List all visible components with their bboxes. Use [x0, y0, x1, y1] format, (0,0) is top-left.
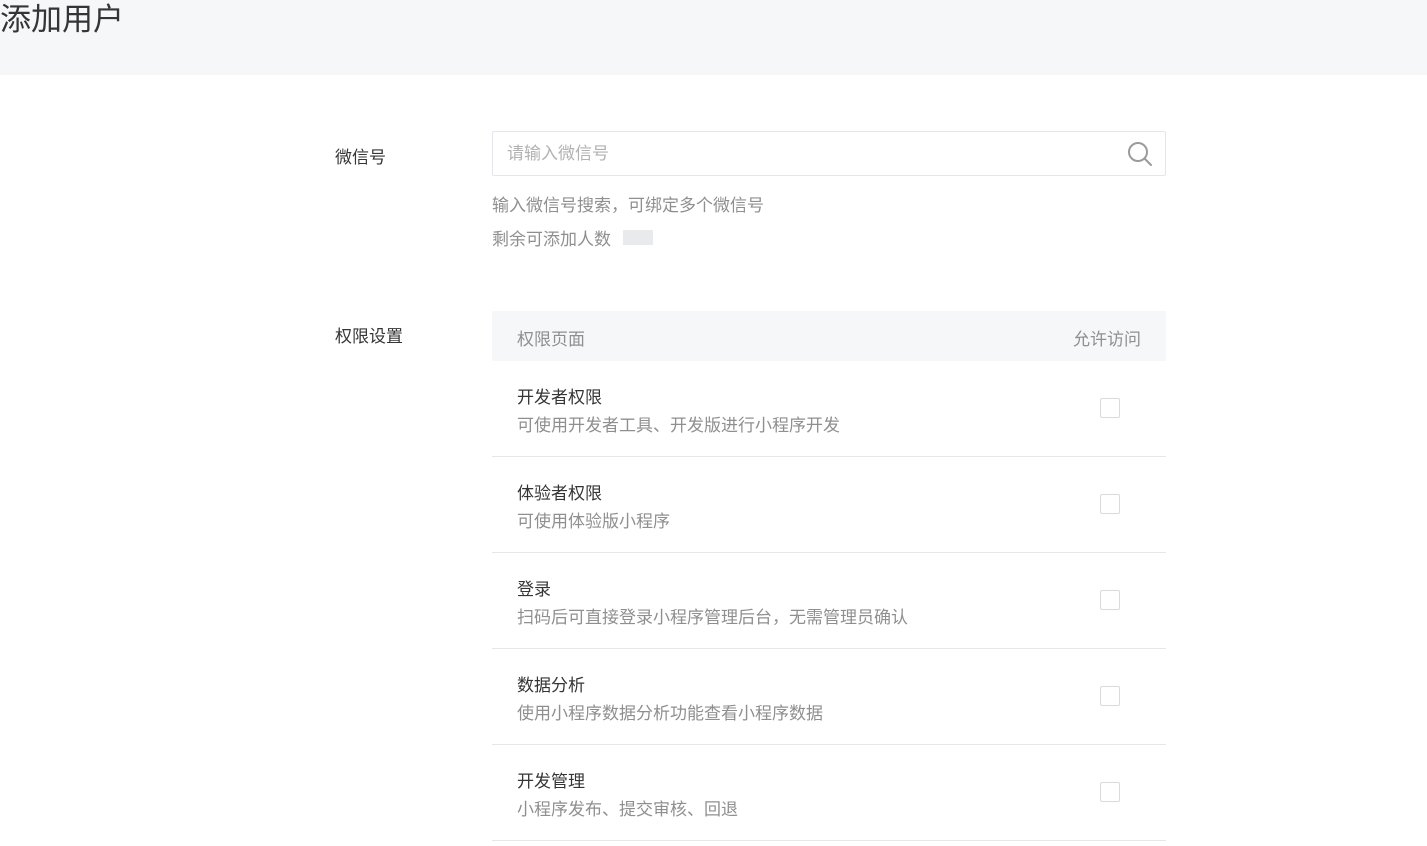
permission-row-tester: 体验者权限 可使用体验版小程序	[492, 457, 1166, 553]
allow-access-checkbox[interactable]	[1100, 494, 1120, 514]
permission-row-login: 登录 扫码后可直接登录小程序管理后台，无需管理员确认	[492, 553, 1166, 649]
column-header-page: 权限页面	[517, 330, 585, 350]
wechat-search-input[interactable]	[507, 132, 1107, 175]
remaining-label: 剩余可添加人数	[492, 230, 611, 250]
search-hint: 输入微信号搜索，可绑定多个微信号	[492, 196, 764, 216]
permissions-table: 权限页面 允许访问 开发者权限 可使用开发者工具、开发版进行小程序开发 体验者权…	[492, 311, 1166, 841]
remaining-count-redacted	[623, 229, 653, 245]
allow-access-checkbox[interactable]	[1100, 782, 1120, 802]
remaining-hint: 剩余可添加人数	[492, 225, 653, 250]
permission-name: 开发者权限	[517, 388, 602, 408]
wechat-label: 微信号	[335, 148, 386, 168]
permission-desc: 使用小程序数据分析功能查看小程序数据	[517, 704, 823, 724]
permission-name: 体验者权限	[517, 484, 602, 504]
permission-name: 开发管理	[517, 772, 585, 792]
permission-row-developer: 开发者权限 可使用开发者工具、开发版进行小程序开发	[492, 361, 1166, 457]
permission-desc: 可使用体验版小程序	[517, 512, 670, 532]
permission-desc: 可使用开发者工具、开发版进行小程序开发	[517, 416, 840, 436]
permission-name: 数据分析	[517, 676, 585, 696]
wechat-search-box[interactable]	[492, 131, 1166, 176]
permission-row-dev-management: 开发管理 小程序发布、提交审核、回退	[492, 745, 1166, 841]
page-title: 添加用户	[0, 2, 124, 38]
page-header: 添加用户	[0, 0, 1427, 75]
column-header-allow: 允许访问	[1073, 330, 1141, 350]
search-icon[interactable]	[1127, 141, 1153, 167]
permission-desc: 扫码后可直接登录小程序管理后台，无需管理员确认	[517, 608, 908, 628]
permission-name: 登录	[517, 580, 551, 600]
allow-access-checkbox[interactable]	[1100, 590, 1120, 610]
permissions-table-header: 权限页面 允许访问	[492, 311, 1166, 361]
allow-access-checkbox[interactable]	[1100, 398, 1120, 418]
permission-desc: 小程序发布、提交审核、回退	[517, 800, 738, 820]
allow-access-checkbox[interactable]	[1100, 686, 1120, 706]
permission-row-analytics: 数据分析 使用小程序数据分析功能查看小程序数据	[492, 649, 1166, 745]
permissions-label: 权限设置	[335, 327, 403, 347]
